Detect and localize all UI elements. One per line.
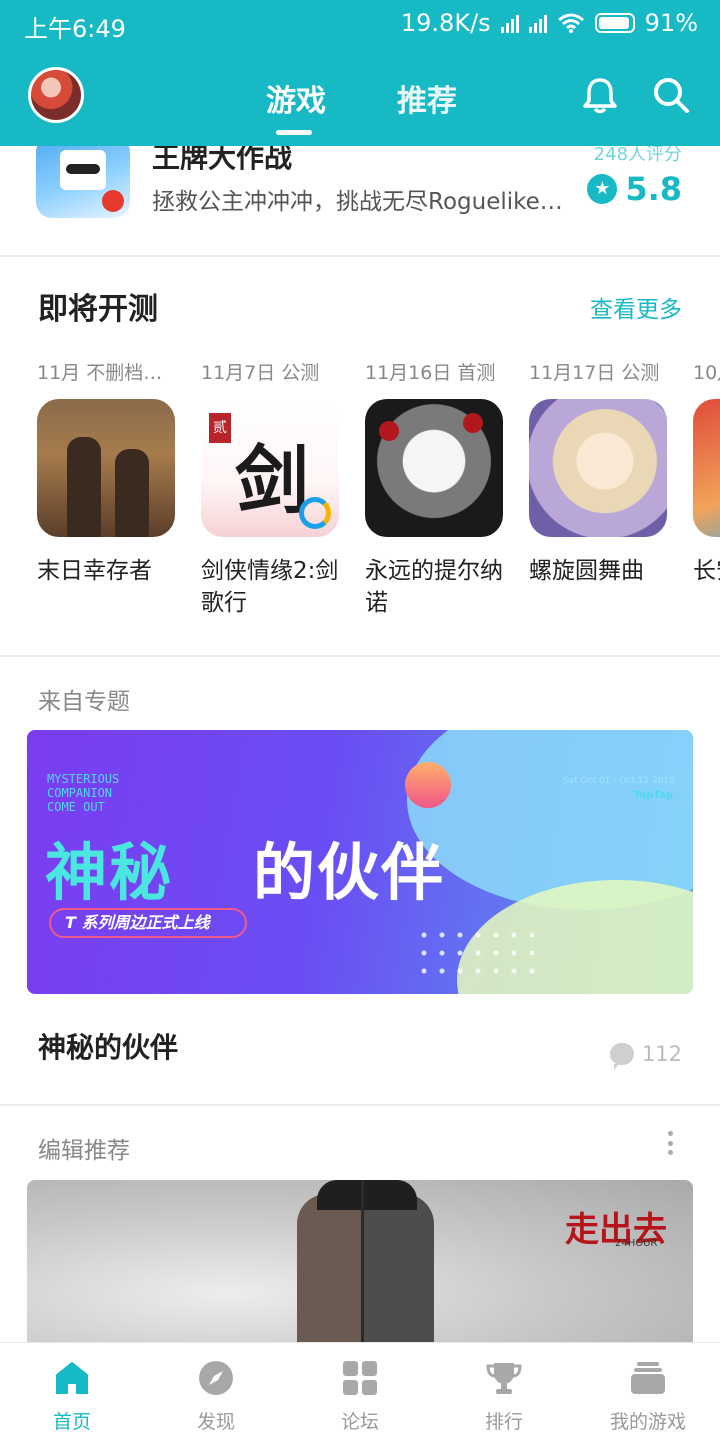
game-icon-spiral-waltz <box>529 399 667 537</box>
featured-game-description: 拯救公主冲冲冲，挑战无尽Roguelike机… <box>152 189 582 215</box>
cell-signal-icon <box>500 13 519 33</box>
battery-percent: 91% <box>644 9 698 37</box>
upcoming-item[interactable]: 11月7日 公测 贰 剑 剑侠情缘2:剑歌行 <box>201 358 341 619</box>
upcoming-name: 螺旋圆舞曲 <box>529 558 644 584</box>
upcoming-section-title: 即将开测 <box>38 292 158 327</box>
trophy-icon <box>486 1363 522 1394</box>
upcoming-date: 11月7日 公测 <box>201 362 320 384</box>
game-icon-tirnanog <box>365 399 503 537</box>
nav-discover-label: 发现 <box>196 1411 235 1433</box>
nav-home[interactable]: 首页 <box>0 1343 144 1440</box>
banner-pill-text: T 系列周边正式上线 <box>49 908 247 938</box>
game-icon-changan <box>693 399 720 537</box>
calligraphy-mark: 剑 <box>235 438 309 524</box>
status-bar: 上午6:49 19.8K/s 91% <box>0 0 720 46</box>
upcoming-name: 永远的提尔纳诺 <box>365 558 503 616</box>
banner-title-left: 神秘 <box>45 836 174 909</box>
search-icon[interactable] <box>652 76 690 114</box>
user-avatar[interactable] <box>28 67 84 123</box>
gradient-ball-graphic <box>405 762 451 808</box>
upcoming-date: 10月 <box>693 362 720 384</box>
upcoming-games-list[interactable]: 11月 不删档… 末日幸存者 11月7日 公测 贰 剑 剑侠情缘2:剑歌行 11… <box>0 358 720 628</box>
upcoming-date: 11月17日 公测 <box>529 362 660 384</box>
comment-count: 112 <box>641 1042 682 1066</box>
topic-section-label: 来自专题 <box>38 689 130 715</box>
upcoming-name: 末日幸存者 <box>37 558 152 584</box>
promo-logo-subtitle: 24HOUR <box>615 1238 658 1249</box>
star-icon: ★ <box>587 174 618 204</box>
banner-title-right: 的伙伴 <box>253 836 446 909</box>
battery-icon <box>594 13 635 33</box>
nav-ranking-label: 排行 <box>484 1411 523 1433</box>
tencent-logo-icon <box>299 497 331 529</box>
comment-bubble-icon <box>609 1043 634 1070</box>
banner-date: Sat Oct.01 - Oct.12 2018 <box>562 776 675 786</box>
bottom-navigation: 首页 发现 论坛 排行 我的游戏 <box>0 1342 720 1440</box>
game-icon-jianxia: 贰 剑 <box>201 399 339 537</box>
featured-game-icon <box>36 146 130 218</box>
network-speed: 19.8K/s <box>400 9 491 37</box>
section-divider <box>0 255 720 257</box>
featured-game-title: 王牌大作战 <box>152 146 293 174</box>
wifi-icon <box>557 13 584 33</box>
more-options-icon[interactable] <box>668 1131 674 1155</box>
topic-title[interactable]: 神秘的伙伴 <box>38 1026 178 1066</box>
featured-game-review-count: 248人评分 <box>593 146 682 165</box>
upcoming-item[interactable]: 11月17日 公测 螺旋圆舞曲 <box>529 358 669 587</box>
top-app-bar: 上午6:49 19.8K/s 91% 游戏 推荐 <box>0 0 720 146</box>
topic-banner[interactable]: MYSTERIOUS COMPANION COME OUT 神秘 的伙伴 T 系… <box>27 730 693 994</box>
dot-pattern <box>415 926 535 974</box>
section-divider <box>0 1104 720 1106</box>
featured-game-rating: ★ 5.8 <box>587 170 682 208</box>
status-time: 上午6:49 <box>24 15 126 43</box>
home-icon <box>56 1362 88 1394</box>
tab-recommend[interactable]: 推荐 <box>397 76 457 120</box>
upcoming-item[interactable]: 11月 不删档… 末日幸存者 <box>37 358 177 587</box>
topic-comments[interactable]: 112 <box>609 1042 682 1070</box>
upcoming-see-more-link[interactable]: 查看更多 <box>590 290 682 324</box>
publisher-logo-icon <box>102 190 124 212</box>
nav-forum-label: 论坛 <box>340 1411 379 1433</box>
nav-home-label: 首页 <box>52 1411 91 1433</box>
nav-my-games-label: 我的游戏 <box>609 1411 686 1433</box>
editor-pick-banner[interactable]: 走出去 24HOUR <box>27 1180 693 1342</box>
editor-picks-label: 编辑推荐 <box>38 1138 130 1164</box>
my-games-icon <box>631 1362 665 1394</box>
banner-english-text: MYSTERIOUS COMPANION COME OUT <box>47 772 120 814</box>
compass-icon <box>199 1361 233 1395</box>
upcoming-name: 剑侠情缘2:剑歌行 <box>201 558 339 616</box>
nav-ranking[interactable]: 排行 <box>432 1343 576 1440</box>
knight-graphic <box>60 150 106 190</box>
featured-game-card[interactable]: 王牌大作战 拯救公主冲冲冲，挑战无尽Roguelike机… 248人评分 ★ 5… <box>0 146 720 256</box>
cell-signal-2-icon <box>528 13 547 33</box>
nav-discover[interactable]: 发现 <box>144 1343 288 1440</box>
section-divider <box>0 655 720 657</box>
active-tab-indicator <box>276 130 312 135</box>
status-right-group: 19.8K/s 91% <box>401 9 698 37</box>
nav-forum[interactable]: 论坛 <box>288 1343 432 1440</box>
upcoming-date: 11月 不删档… <box>37 362 163 384</box>
featured-game-score: 5.8 <box>625 170 682 208</box>
upcoming-item[interactable]: 11月16日 首测 永远的提尔纳诺 <box>365 358 505 619</box>
nav-my-games[interactable]: 我的游戏 <box>576 1343 720 1440</box>
upcoming-date: 11月16日 首测 <box>365 362 496 384</box>
upcoming-item[interactable]: 10月 长安 <box>693 358 720 587</box>
upcoming-name: 长安 <box>693 558 720 584</box>
bell-icon[interactable] <box>582 76 618 114</box>
banner-brand: TapTap <box>634 790 673 801</box>
forum-grid-icon <box>343 1361 377 1395</box>
seal-mark: 贰 <box>209 413 231 443</box>
game-icon-survivor <box>37 399 175 537</box>
tab-games[interactable]: 游戏 <box>266 76 326 120</box>
